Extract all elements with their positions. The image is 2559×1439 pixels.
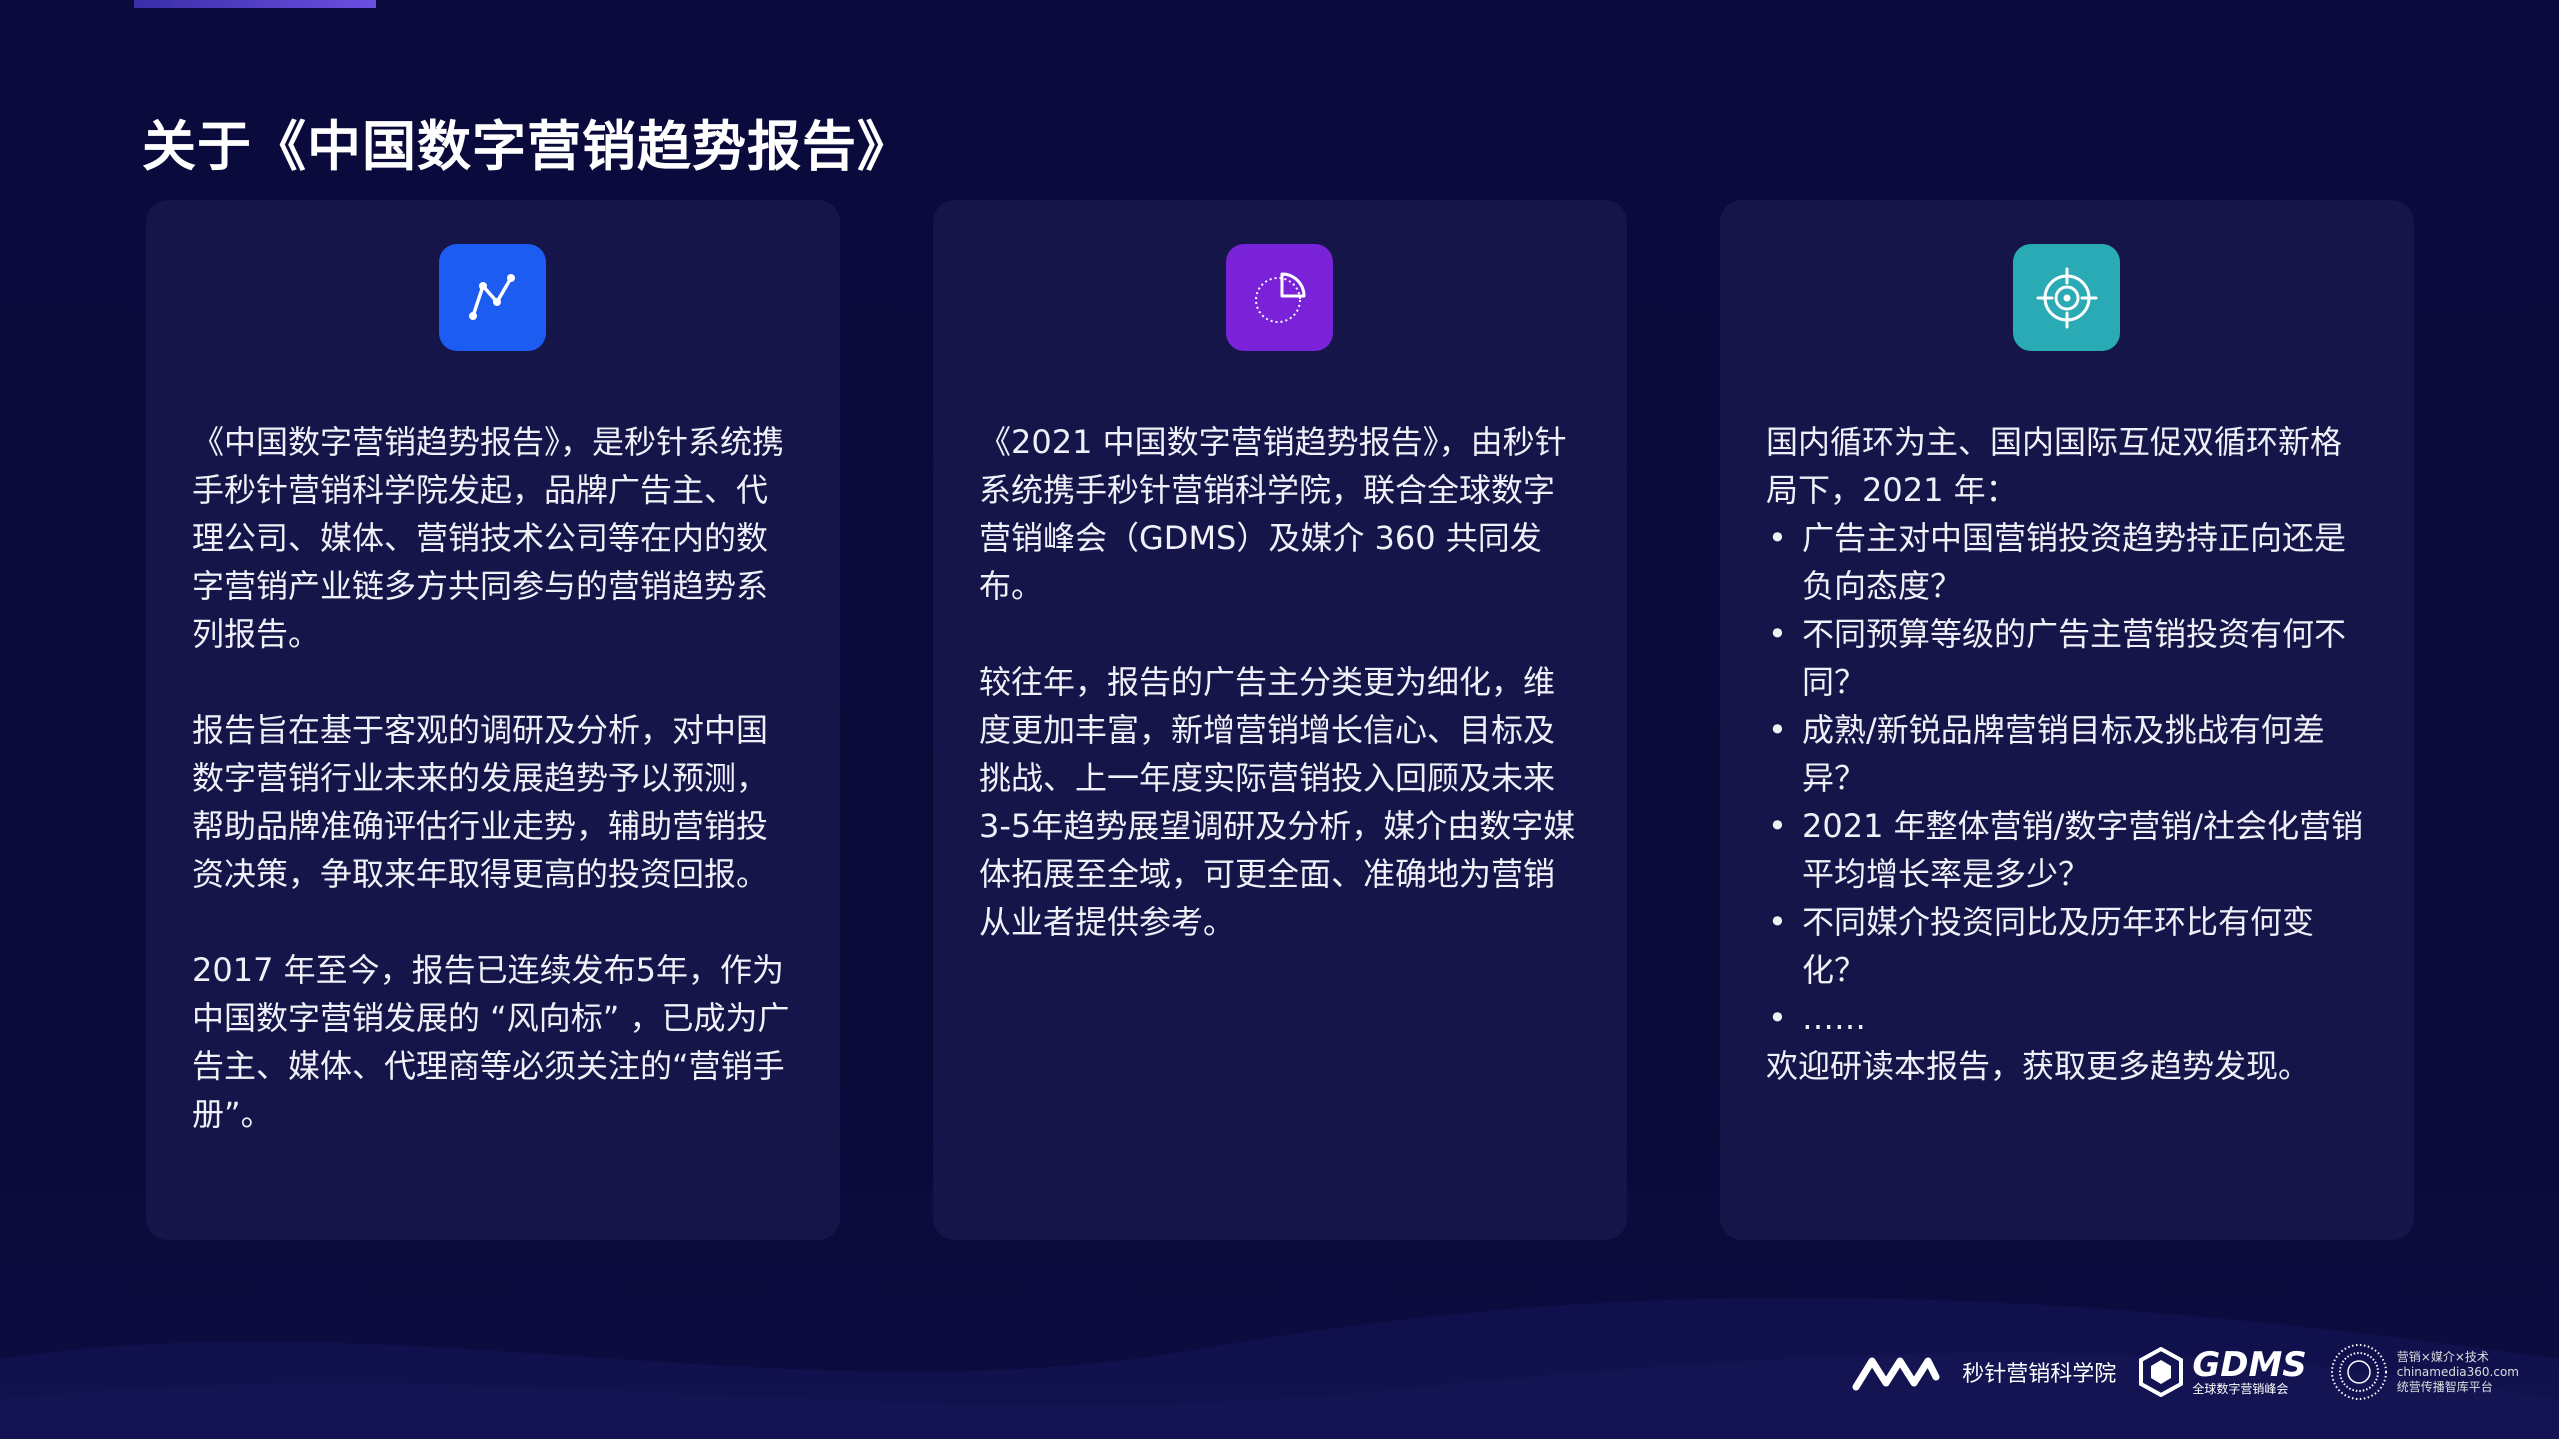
card-paragraph: 报告旨在基于客观的调研及分析，对中国数字营销行业未来的发展趋势予以预测，帮助品牌… xyxy=(192,711,769,893)
list-item: 不同预算等级的广告主营销投资有何不同？ xyxy=(1766,610,2366,706)
list-item: 广告主对中国营销投资趋势持正向还是负向态度？ xyxy=(1766,514,2366,610)
media360-line-1: 营销×媒介×技术 xyxy=(2396,1349,2489,1364)
pie-chart-icon xyxy=(1226,244,1333,351)
top-accent-bar xyxy=(134,0,376,8)
gdms-name: GDMS xyxy=(2192,1345,2307,1385)
card-2021-report: 《2021 中国数字营销趋势报告》，由秒针系统携手秒针营销科学院，联合全球数字营… xyxy=(933,200,1627,1240)
card-body: 《2021 中国数字营销趋势报告》，由秒针系统携手秒针营销科学院，联合全球数字营… xyxy=(979,418,1579,946)
miaozhen-text: 秒针营销科学院 xyxy=(1962,1362,2117,1387)
card-questions: 国内循环为主、国内国际互促双循环新格局下，2021 年： 广告主对中国营销投资趋… xyxy=(1720,200,2414,1240)
slide: 关于《中国数字营销趋势报告》 《中国数字营销趋势报告》，是秒针系统携手秒针营销科… xyxy=(0,0,2559,1439)
list-item: 成熟/新锐品牌营销目标及挑战有何差异？ xyxy=(1766,706,2366,802)
card-body: 国内循环为主、国内国际互促双循环新格局下，2021 年： 广告主对中国营销投资趋… xyxy=(1766,418,2366,1090)
footer-logos: 秒针营销科学院 GDMS 全球数字营销峰会 营销×媒介×技术 chinamedi… xyxy=(1850,1337,2519,1407)
card-body: 《中国数字营销趋势报告》，是秒针系统携手秒针营销科学院发起，品牌广告主、代理公司… xyxy=(192,418,792,1138)
gdms-logo-icon xyxy=(2139,1347,2184,1397)
page-title: 关于《中国数字营销趋势报告》 xyxy=(142,115,912,178)
media360-logo: 营销×媒介×技术 chinamedia360.com 统营传播智库平台 xyxy=(2329,1342,2519,1402)
card-paragraph: 《2021 中国数字营销趋势报告》，由秒针系统携手秒针营销科学院，联合全球数字营… xyxy=(979,423,1567,605)
list-item: 2021 年整体营销/数字营销/社会化营销平均增长率是多少？ xyxy=(1766,802,2366,898)
miaozhen-logo-icon xyxy=(1852,1357,1940,1391)
card-outro: 欢迎研读本报告，获取更多趋势发现。 xyxy=(1766,1047,2311,1085)
list-item: …… xyxy=(1766,994,2366,1042)
card-intro: 国内循环为主、国内国际互促双循环新格局下，2021 年： xyxy=(1766,423,2343,509)
question-list: 广告主对中国营销投资趋势持正向还是负向态度？ 不同预算等级的广告主营销投资有何不… xyxy=(1766,514,2366,1042)
media360-line-2: chinamedia360.com xyxy=(2396,1364,2519,1379)
line-chart-icon xyxy=(439,244,546,351)
media360-line-3: 统营传播智库平台 xyxy=(2396,1379,2493,1394)
card-paragraph: 《中国数字营销趋势报告》，是秒针系统携手秒针营销科学院发起，品牌广告主、代理公司… xyxy=(192,423,785,653)
card-report-intro: 《中国数字营销趋势报告》，是秒针系统携手秒针营销科学院发起，品牌广告主、代理公司… xyxy=(146,200,840,1240)
card-paragraph: 较往年，报告的广告主分类更为细化，维度更加丰富，新增营销增长信心、目标及挑战、上… xyxy=(979,663,1576,941)
gdms-logo: GDMS 全球数字营销峰会 xyxy=(2138,1345,2307,1397)
card-paragraph: 2017 年至今，报告已连续发布5年，作为中国数字营销发展的 “风向标” ，已成… xyxy=(192,951,790,1133)
target-icon xyxy=(2013,244,2120,351)
media360-logo-icon xyxy=(2330,1344,2387,1400)
list-item: 不同媒介投资同比及历年环比有何变化？ xyxy=(1766,898,2366,994)
